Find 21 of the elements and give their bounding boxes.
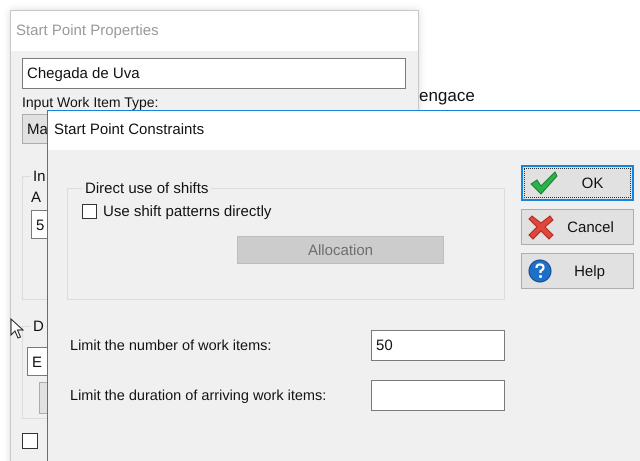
name-field[interactable]: Chegada de Uva xyxy=(22,58,406,89)
cursor-icon xyxy=(10,318,24,340)
field-label: Limit the number of work items: xyxy=(70,338,272,354)
group-label: Direct use of shifts xyxy=(84,180,210,197)
checkbox-label: Use shift patterns directly xyxy=(103,203,272,220)
close-icon xyxy=(528,214,554,240)
field-label: A xyxy=(31,189,42,206)
node-label: engace xyxy=(419,86,475,106)
dialog-title: Start Point Constraints xyxy=(48,111,640,150)
help-icon xyxy=(528,259,552,283)
field-label: Limit the duration of arriving work items: xyxy=(70,388,326,404)
field-label: Input Work Item Type: xyxy=(22,94,158,110)
checkmark-icon xyxy=(529,170,559,196)
cancel-button[interactable]: Cancel xyxy=(521,209,634,245)
ok-button[interactable]: OK xyxy=(521,165,634,201)
input-field[interactable] xyxy=(371,380,505,411)
window-title: Start Point Properties xyxy=(11,11,418,51)
input-field[interactable]: 50 xyxy=(371,330,505,361)
help-button[interactable]: Help xyxy=(521,253,634,289)
checkbox[interactable] xyxy=(82,204,97,219)
checkbox[interactable] xyxy=(22,433,38,449)
